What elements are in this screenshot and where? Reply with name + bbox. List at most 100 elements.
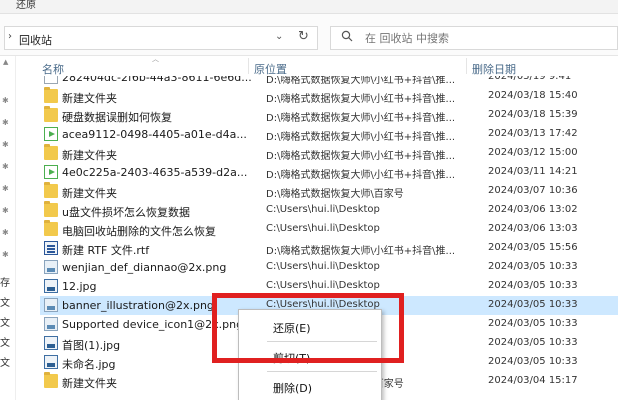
- original-location: D:\嗨格式数据恢复大师\小红书+抖音\推...: [266, 76, 456, 86]
- file-row[interactable]: 电脑回收站删除的文件怎么恢复 C:\Users\hui.li\Desktop 202…: [40, 220, 618, 239]
- file-name: u盘文件损坏怎么恢复数据: [62, 206, 190, 219]
- rtf-file-icon: [44, 241, 58, 255]
- search-icon: [341, 30, 353, 42]
- file-name: 新建文件夹: [62, 377, 117, 390]
- pin-icon: ✱: [2, 162, 9, 171]
- png-file-icon: [44, 298, 58, 312]
- file-name: 新建文件夹: [62, 92, 117, 105]
- deleted-date: 2024/03/06 13:03: [488, 223, 578, 234]
- file-name: 电脑回收站删除的文件怎么恢复: [62, 225, 216, 238]
- original-location: D:\嗨格式数据恢复大师\百家号: [266, 189, 404, 200]
- original-location: D:\嗨格式数据恢复大师\小红书+抖音\推...: [266, 170, 456, 181]
- context-menu-delete[interactable]: 删除(D): [239, 376, 381, 398]
- address-bar-row: › 回收站 ⌄ ↻: [0, 14, 618, 56]
- file-icon: [44, 76, 58, 84]
- pin-icon: ✱: [2, 250, 9, 259]
- file-row[interactable]: u盘文件损坏怎么恢复数据 C:\Users\hui.li\Desktop 2024/…: [40, 201, 618, 220]
- deleted-date: 2024/03/18 15:40: [488, 90, 578, 101]
- search-input[interactable]: [365, 30, 605, 46]
- nav-item-fragment[interactable]: 文: [0, 314, 10, 329]
- jpg-file-icon: [44, 279, 58, 293]
- address-location[interactable]: 回收站: [19, 32, 52, 48]
- file-row[interactable]: acea9112-0498-4405-a01e-d4a... D:\嗨格式数据恢复…: [40, 125, 618, 144]
- file-row[interactable]: 硬盘数据误删如何恢复 D:\嗨格式数据恢复大师\小红书+抖音\推... 2024/0…: [40, 106, 618, 125]
- file-name: 4e0c225a-2403-4635-a539-d2a...: [62, 166, 248, 179]
- file-row[interactable]: 4e0c225a-2403-4635-a539-d2a... D:\嗨格式数据恢复…: [40, 163, 618, 182]
- highlight-box: [212, 293, 404, 363]
- folder-icon: [44, 87, 58, 103]
- ribbon: 还原: [0, 0, 618, 14]
- jpg-file-icon: [44, 336, 58, 350]
- refresh-icon[interactable]: ↻: [298, 29, 309, 44]
- file-row[interactable]: 新建文件夹 D:\嗨格式数据恢复大师\小红书+抖音\推... 2024/03/12 …: [40, 144, 618, 163]
- file-row[interactable]: 新建 RTF 文件.rtf D:\嗨格式数据恢复大师\小红书+抖音\推... 202…: [40, 239, 618, 258]
- file-name: 12.jpg: [62, 280, 97, 293]
- deleted-date: 2024/03/07 10:36: [488, 185, 578, 196]
- original-location: C:\Users\hui.li\Desktop: [266, 223, 380, 234]
- pin-icon: ✱: [2, 228, 9, 237]
- nav-item-fragment[interactable]: 文: [0, 354, 10, 369]
- restore-all-button[interactable]: 还原: [16, 0, 36, 12]
- original-location: C:\Users\hui.li\Desktop: [266, 261, 380, 272]
- deleted-date: 2024/03/05 10:33: [488, 280, 578, 291]
- deleted-date: 2024/03/05 10:33: [488, 337, 578, 348]
- deleted-date: 2024/03/12 15:00: [488, 147, 578, 158]
- nav-item-fragment[interactable]: 文: [0, 334, 10, 349]
- folder-icon: [44, 220, 58, 236]
- deleted-date: 2024/03/05 10:33: [488, 299, 578, 310]
- file-row[interactable]: 新建文件夹 D:\嗨格式数据恢复大师\百家号 2024/03/07 10:36: [40, 182, 618, 201]
- column-divider[interactable]: [466, 58, 467, 74]
- deleted-date: 2024/03/04 15:17: [488, 375, 578, 386]
- file-name: 新建文件夹: [62, 187, 117, 200]
- original-location: C:\Users\hui.li\Desktop: [266, 204, 380, 215]
- chevron-down-icon[interactable]: ⌄: [275, 31, 283, 42]
- column-header-date[interactable]: 删除日期: [472, 61, 516, 77]
- column-header-location[interactable]: 原位置: [254, 61, 287, 77]
- deleted-date: 2024/03/06 13:02: [488, 204, 578, 215]
- original-location: D:\嗨格式数据恢复大师\小红书+抖音\推...: [266, 94, 456, 105]
- column-header-name[interactable]: 名称: [42, 61, 64, 77]
- navigation-pane[interactable]: ▲ ✱ ✱ ✱ ✱ ✱ ✱ ✱ ✱ 存 文 文 文 文: [0, 56, 16, 400]
- file-row[interactable]: 新建文件夹 D:\嗨格式数据恢复大师\小红书+抖音\推... 2024/03/18 …: [40, 87, 618, 106]
- jpg-file-icon: [44, 355, 58, 369]
- original-location: D:\嗨格式数据恢复大师\小红书+抖音\推...: [266, 151, 456, 162]
- original-location: C:\Users\hui.li\Desktop: [266, 280, 380, 291]
- folder-icon: [44, 144, 58, 160]
- nav-item-fragment[interactable]: 存: [0, 274, 10, 289]
- video-file-icon: [44, 165, 58, 179]
- nav-item-fragment[interactable]: 文: [0, 294, 10, 309]
- context-menu-delete-label: 删除(D): [273, 382, 313, 395]
- pin-icon: ✱: [2, 206, 9, 215]
- file-name: 新建 RTF 文件.rtf: [62, 244, 150, 257]
- file-name: 硬盘数据误删如何恢复: [62, 111, 172, 124]
- deleted-date: 2024/03/05 10:33: [488, 356, 578, 367]
- deleted-date: 2024/03/11 14:21: [488, 166, 578, 177]
- column-divider[interactable]: [248, 58, 249, 74]
- scroll-up-icon[interactable]: ▲: [3, 58, 8, 66]
- chevron-right-icon[interactable]: ›: [8, 31, 12, 42]
- file-name: wenjian_def_diannao@2x.png: [62, 261, 227, 274]
- column-headers: ︿ 名称 原位置 删除日期: [16, 55, 618, 77]
- file-row[interactable]: wenjian_def_diannao@2x.png C:\Users\hui.l…: [40, 258, 618, 277]
- png-file-icon: [44, 317, 58, 331]
- search-box[interactable]: [330, 26, 618, 50]
- pin-icon: ✱: [2, 96, 9, 105]
- deleted-date: 2024/03/18 15:39: [488, 109, 578, 120]
- folder-icon: [44, 106, 58, 122]
- deleted-date: 2024/03/19 9:41: [488, 76, 572, 82]
- original-location: D:\嗨格式数据恢复大师\小红书+抖音\推...: [266, 132, 456, 143]
- file-row[interactable]: 282404dc-2f6b-44a3-8611-6e6d... D:\嗨格式数据恢…: [40, 76, 618, 87]
- deleted-date: 2024/03/13 17:42: [488, 128, 578, 139]
- sort-ascending-icon: ︿: [152, 55, 159, 63]
- original-location: D:\嗨格式数据恢复大师\小红书+抖音\推...: [266, 113, 456, 124]
- video-file-icon: [44, 127, 58, 141]
- png-file-icon: [44, 260, 58, 274]
- deleted-date: 2024/03/05 15:56: [488, 242, 578, 253]
- file-name: acea9112-0498-4405-a01e-d4a...: [62, 128, 247, 141]
- pin-icon: ✱: [2, 118, 9, 127]
- address-bar[interactable]: › 回收站 ⌄ ↻: [4, 26, 318, 50]
- pin-icon: ✱: [2, 184, 9, 193]
- menu-divider: [267, 371, 377, 372]
- original-location: D:\嗨格式数据恢复大师\小红书+抖音\推...: [266, 246, 456, 257]
- folder-icon: [44, 201, 58, 217]
